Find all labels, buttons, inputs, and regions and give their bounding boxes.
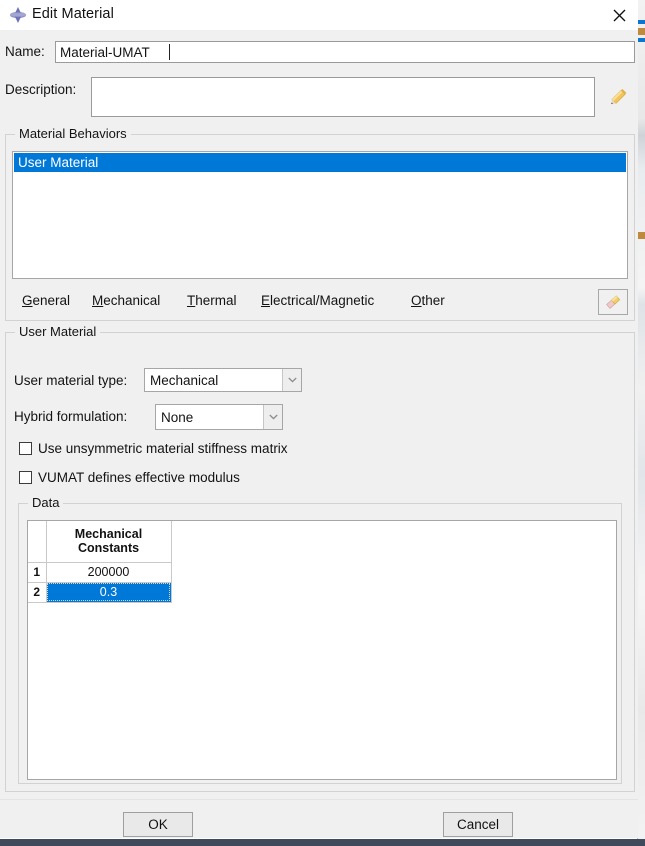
column-header-line-1: Mechanical bbox=[74, 527, 143, 542]
description-label: Description: bbox=[5, 82, 77, 97]
description-input[interactable] bbox=[91, 77, 595, 117]
table-header-row: Mechanical Constants bbox=[28, 521, 172, 563]
menu-item-other[interactable]: Other bbox=[411, 293, 445, 308]
menu-item-thermal[interactable]: Thermal bbox=[187, 293, 237, 308]
table-cell[interactable]: 200000 bbox=[45, 561, 172, 583]
vumat-effective-modulus-label: VUMAT defines effective modulus bbox=[38, 470, 240, 485]
column-header-line-2: Constants bbox=[77, 541, 140, 556]
list-item[interactable]: User Material bbox=[14, 153, 626, 172]
ok-button[interactable]: OK bbox=[123, 812, 193, 837]
user-material-type-select[interactable]: Mechanical bbox=[144, 368, 302, 392]
checkbox-box[interactable] bbox=[19, 471, 32, 484]
user-material-type-label: User material type: bbox=[14, 373, 128, 388]
material-behaviors-legend: Material Behaviors bbox=[15, 126, 131, 141]
pencil-icon[interactable] bbox=[601, 80, 635, 114]
cancel-button[interactable]: Cancel bbox=[443, 812, 513, 837]
text-caret bbox=[169, 44, 170, 60]
data-legend: Data bbox=[28, 495, 64, 510]
close-icon[interactable] bbox=[604, 2, 634, 28]
chevron-down-icon[interactable] bbox=[263, 405, 282, 429]
hybrid-formulation-select[interactable]: None bbox=[155, 404, 283, 430]
checkbox-box[interactable] bbox=[19, 442, 32, 455]
table-corner-cell bbox=[28, 521, 47, 563]
chevron-down-icon[interactable] bbox=[282, 369, 301, 391]
hybrid-formulation-label: Hybrid formulation: bbox=[14, 409, 128, 424]
title-bar: Edit Material bbox=[0, 0, 638, 30]
vumat-effective-modulus-checkbox[interactable]: VUMAT defines effective modulus bbox=[19, 470, 240, 485]
data-table: Mechanical Constants 1 200000 2 0.3 bbox=[28, 521, 172, 603]
table-row: 2 0.3 bbox=[28, 581, 172, 603]
edit-material-dialog: Edit Material Name: Description: Materia… bbox=[0, 0, 638, 838]
row-header[interactable]: 1 bbox=[28, 561, 47, 583]
name-input[interactable] bbox=[55, 41, 635, 63]
table-cell-selected[interactable]: 0.3 bbox=[45, 581, 172, 603]
user-material-legend: User Material bbox=[15, 324, 101, 339]
unsymmetric-stiffness-label: Use unsymmetric material stiffness matri… bbox=[38, 441, 288, 456]
background-window-strip bbox=[637, 0, 645, 846]
name-label: Name: bbox=[5, 44, 45, 59]
column-header-mechanical-constants[interactable]: Mechanical Constants bbox=[45, 521, 172, 563]
window-title: Edit Material bbox=[32, 6, 114, 22]
menu-item-mechanical[interactable]: Mechanical bbox=[92, 293, 160, 308]
menu-item-general[interactable]: General bbox=[22, 293, 70, 308]
data-table-panel[interactable]: Mechanical Constants 1 200000 2 0.3 bbox=[27, 520, 617, 780]
footer-divider bbox=[0, 799, 638, 800]
material-behaviors-list[interactable]: User Material bbox=[12, 151, 628, 279]
abaqus-diamond-icon bbox=[9, 6, 27, 24]
eraser-icon[interactable] bbox=[598, 289, 628, 315]
row-header[interactable]: 2 bbox=[28, 581, 47, 603]
hybrid-formulation-value: None bbox=[161, 409, 194, 425]
table-row: 1 200000 bbox=[28, 561, 172, 583]
user-material-type-value: Mechanical bbox=[150, 372, 219, 388]
menu-item-electrical-magnetic[interactable]: Electrical/Magnetic bbox=[261, 293, 374, 308]
unsymmetric-stiffness-checkbox[interactable]: Use unsymmetric material stiffness matri… bbox=[19, 441, 288, 456]
behavior-menu-bar: General Mechanical Thermal Electrical/Ma… bbox=[12, 289, 628, 317]
desktop-edge bbox=[0, 839, 645, 846]
